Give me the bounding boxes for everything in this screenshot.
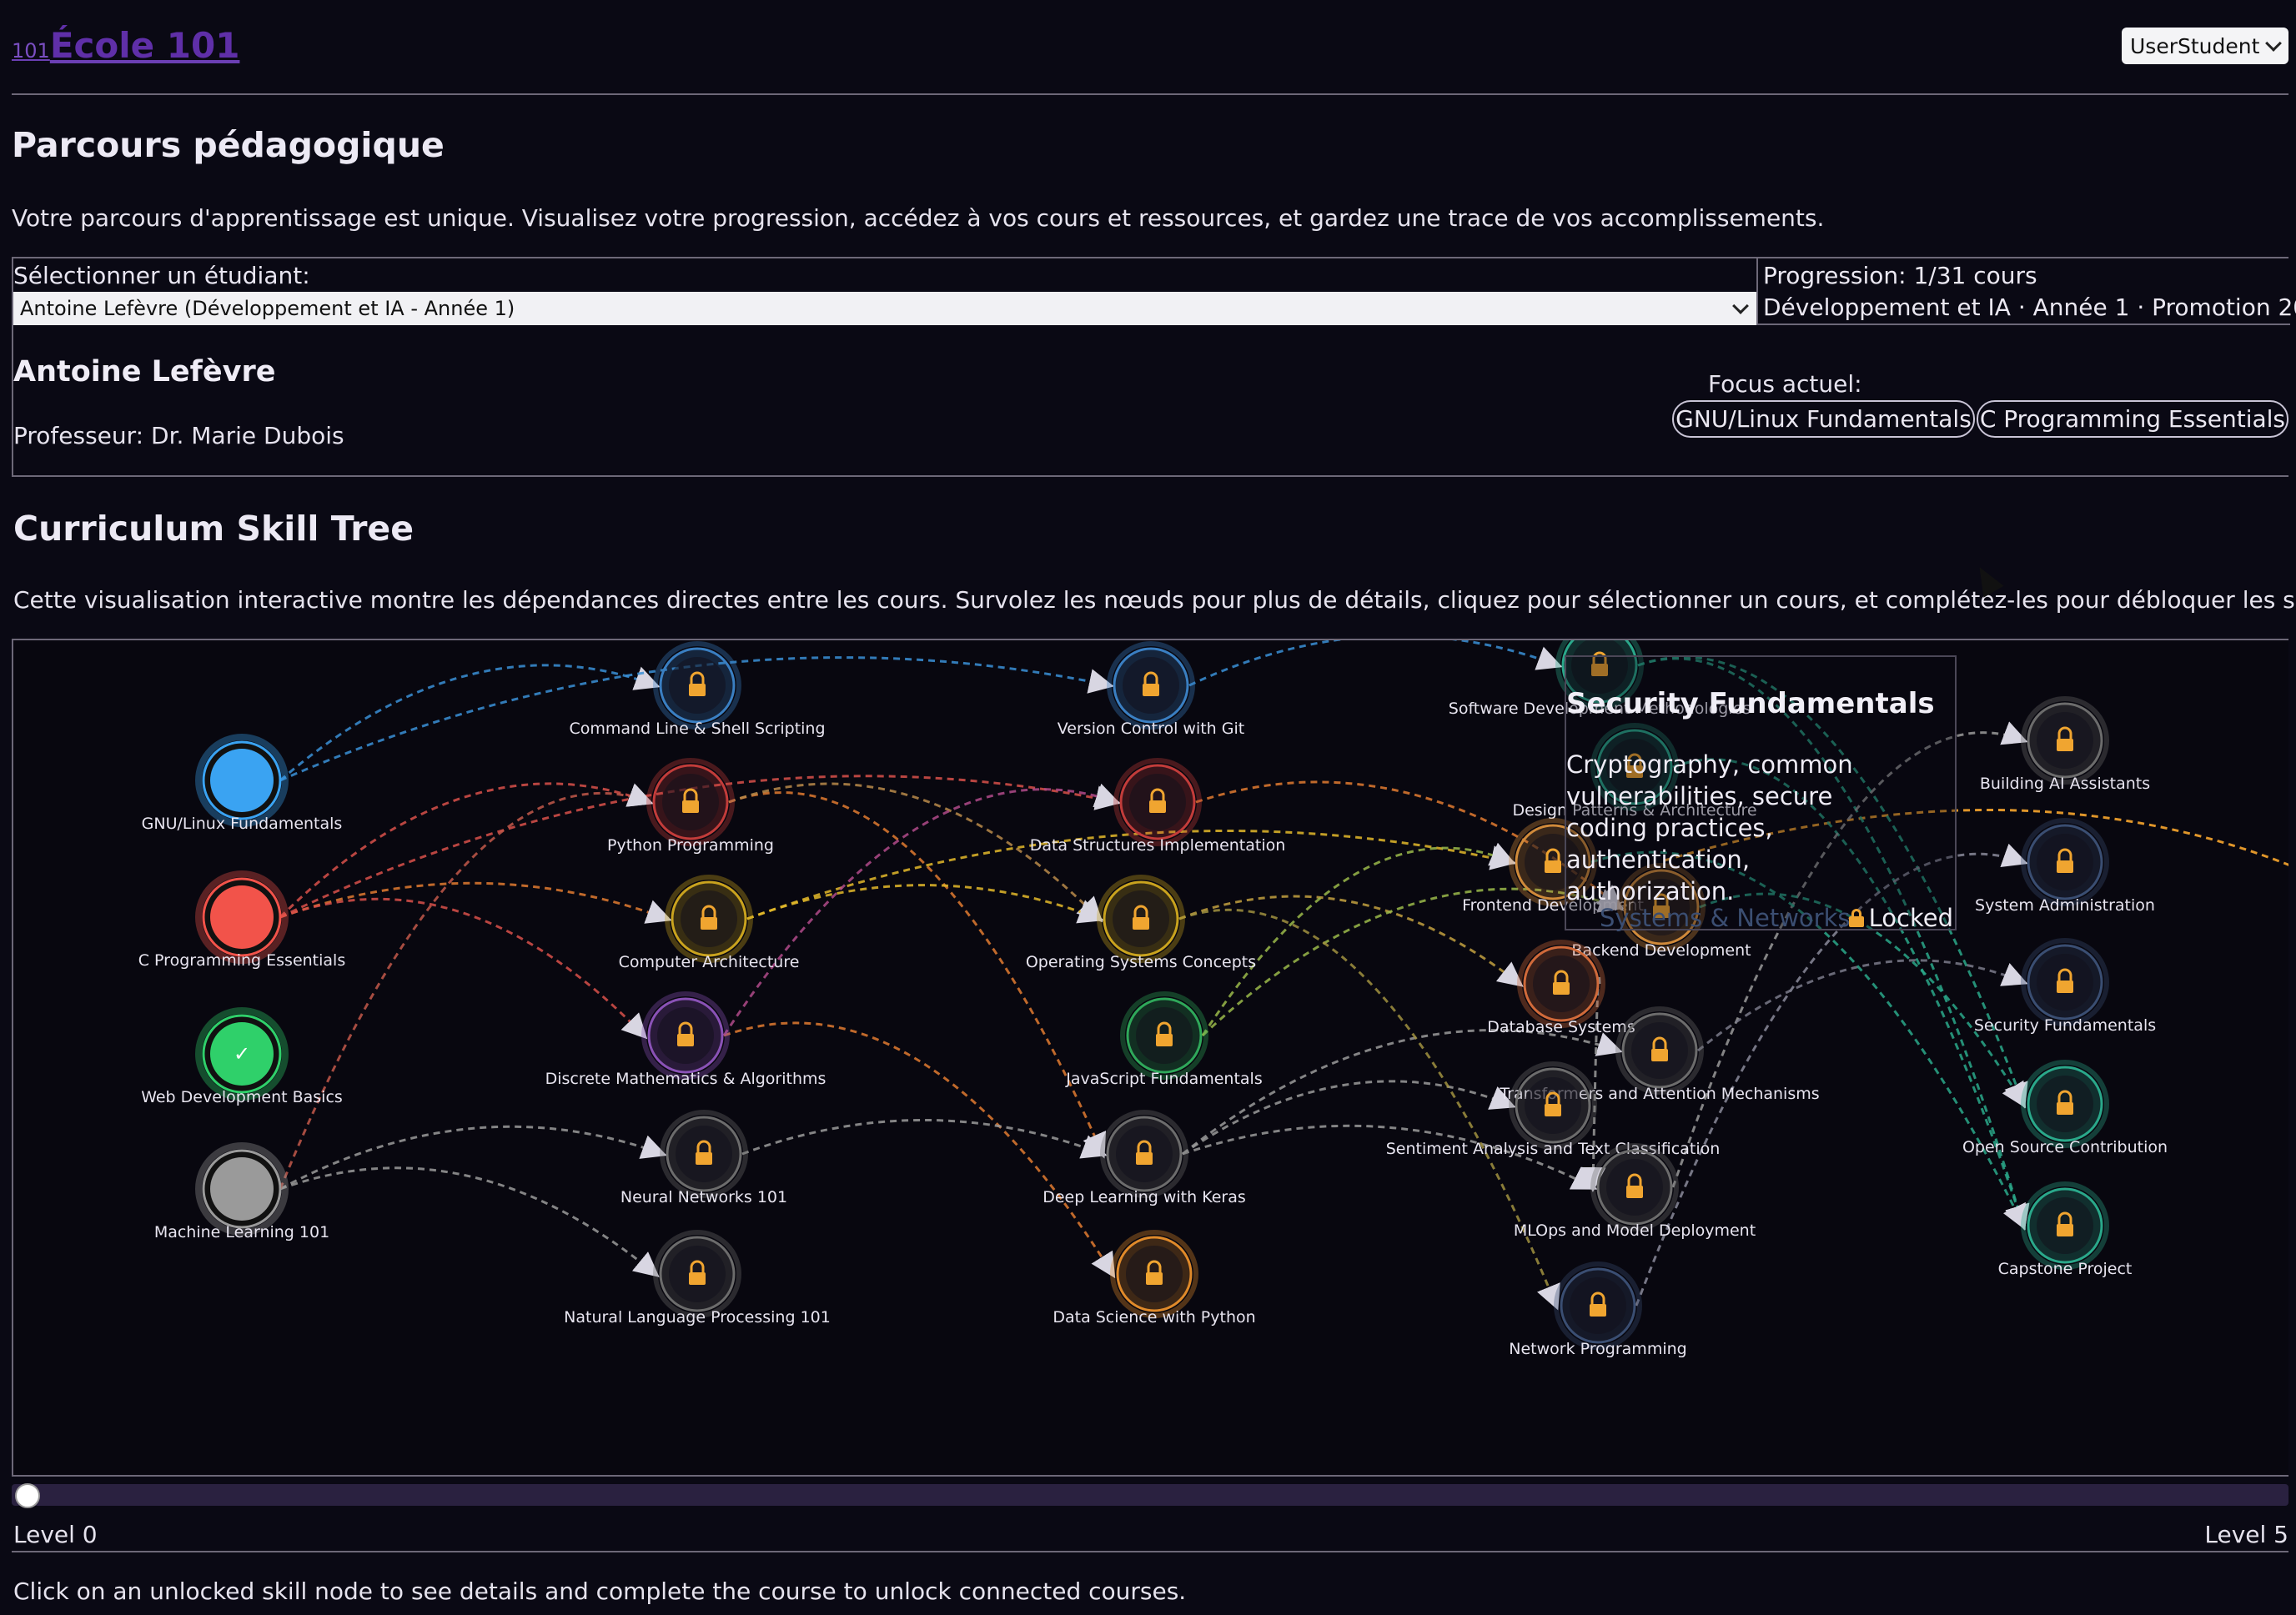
logo-text: École 101 [49,25,240,66]
tooltip-title: Security Fundamentals [1566,687,1935,720]
skill-node-label: Network Programming [1509,1340,1686,1358]
divider [12,1551,2288,1552]
skill-node-label: Open Source Contribution [1962,1138,2168,1156]
skill-node-label: Backend Development [1571,941,1751,960]
progress-box: Progression: 1/31 cours Développement et… [1756,258,2296,325]
skill-node-label: Python Programming [607,836,774,855]
focus-chip[interactable]: GNU/Linux Fundamentals [1672,400,1975,438]
skill-node-label: GNU/Linux Fundamentals [142,815,343,833]
student-name: Antoine Lefèvre [13,355,276,389]
skill-node-label: Deep Learning with Keras [1042,1188,1246,1206]
skill-node[interactable]: Machine Learning 101 [154,1142,329,1241]
skill-node[interactable]: Data Science with Python [1053,1230,1256,1327]
skill-tree-canvas[interactable]: GNU/Linux Fundamentals C Programming Esse… [12,639,2288,1477]
edge [746,884,1104,924]
skill-node-label: MLOps and Model Deployment [1514,1221,1756,1240]
skill-node-label: Database Systems [1487,1018,1635,1036]
skill-node-label: Neural Networks 101 [620,1188,787,1206]
skill-node-label: Data Science with Python [1053,1308,1255,1327]
skill-node[interactable]: Security Fundamentals [1974,938,2156,1035]
skill-tree-title: Curriculum Skill Tree [13,509,414,549]
tooltip-description: Cryptography, common vulnerabilities, se… [1566,750,1853,905]
skill-node[interactable]: Neural Networks 101 [620,1110,787,1206]
skill-node[interactable]: ✓ Web Development Basics [141,1007,343,1106]
skill-node[interactable]: Building AI Assistants [1980,696,2150,793]
skill-node-label: Computer Architecture [619,953,800,971]
skill-node[interactable]: Capstone Project [1998,1181,2133,1278]
progress-text: Progression: 1/31 cours [1763,262,2037,289]
skill-node[interactable]: GNU/Linux Fundamentals [142,734,343,833]
lock-icon [1848,909,1864,927]
skill-node-label: System Administration [1975,896,2155,915]
skill-node[interactable]: MLOps and Model Deployment [1514,1143,1756,1240]
skill-node-label: Command Line & Shell Scripting [569,720,825,738]
edge [279,1125,667,1191]
focus-label: Focus actuel: [1708,370,1862,398]
level-max-label: Level 5 [2204,1521,2288,1548]
chevron-down-icon [2265,35,2283,52]
student-panel: Sélectionner un étudiant: Antoine Lefèvr… [12,257,2296,477]
student-select-label: Sélectionner un étudiant: [13,262,310,289]
skill-node[interactable]: Computer Architecture [619,875,800,971]
skill-node[interactable]: Python Programming [607,758,774,855]
skill-node-label: Sentiment Analysis and Text Classificati… [1386,1140,1721,1158]
skill-node-label: Discrete Mathematics & Algorithms [545,1070,826,1088]
edge [1188,640,1563,687]
page-description: Votre parcours d'apprentissage est uniqu… [12,204,1825,232]
edge [723,1021,1116,1279]
tooltip-status: Locked [1848,904,1953,932]
check-icon: ✓ [234,1042,250,1066]
edge [741,1118,1108,1159]
chevron-down-icon [1732,298,1749,314]
student-select-value: Antoine Lefèvre (Développement et IA - A… [20,297,515,320]
skill-node[interactable]: Open Source Contribution [1962,1060,2168,1156]
skill-node-label: Operating Systems Concepts [1026,953,1256,971]
student-select[interactable]: Antoine Lefèvre (Développement et IA - A… [13,292,1756,325]
skill-node[interactable]: System Administration [1975,818,2155,915]
tooltip-status-text: Locked [1868,904,1953,932]
skill-node-label: Building AI Assistants [1980,775,2150,793]
skill-node[interactable]: Version Control with Git [1058,641,1244,738]
logo-mark: 101 [12,39,50,63]
level-min-label: Level 0 [13,1521,98,1548]
skill-node-label: Capstone Project [1998,1260,2133,1278]
skill-node[interactable]: C Programming Essentials [138,870,345,970]
focus-chip[interactable]: C Programming Essentials [1976,400,2288,438]
logo-link[interactable]: 101 École 101 [12,25,239,66]
level-slider-thumb[interactable] [15,1483,40,1508]
skill-node-label: Data Structures Implementation [1030,836,1286,855]
focus-chips: GNU/Linux Fundamentals C Programming Ess… [1672,400,2288,438]
skill-node[interactable]: Operating Systems Concepts [1026,875,1256,971]
edge [279,783,654,1190]
skill-node[interactable]: Network Programming [1509,1261,1687,1358]
skill-node[interactable]: Command Line & Shell Scripting [569,641,826,738]
page-title: Parcours pédagogique [12,125,445,165]
skill-node-label: Security Fundamentals [1974,1016,2156,1035]
skill-node-label: Web Development Basics [141,1088,343,1106]
node-tooltip: Security Fundamentals Cryptography, comm… [1565,655,1957,932]
edge [1201,842,1516,1036]
user-menu-button[interactable]: UserStudent [2122,28,2288,64]
tooltip-category: Systems & Networks [1600,904,1851,932]
skill-node[interactable]: Deep Learning with Keras [1042,1110,1246,1206]
skill-node[interactable]: Discrete Mathematics & Algorithms [545,991,826,1088]
user-menu-label: UserStudent [2130,33,2260,58]
skill-node-label: Machine Learning 101 [154,1223,329,1241]
skill-node[interactable]: Data Structures Implementation [1030,758,1286,855]
skill-node-label: Natural Language Processing 101 [564,1308,831,1327]
skill-node-label: Version Control with Git [1058,720,1244,738]
skill-node-label: JavaScript Fundamentals [1065,1070,1262,1088]
skill-node-label: C Programming Essentials [138,951,345,970]
footer-hint: Click on an unlocked skill node to see d… [13,1577,1187,1605]
app-header: 101 École 101 UserStudent [12,0,2288,95]
edge [279,1166,660,1277]
edge [1697,959,2028,1052]
level-slider-track[interactable] [12,1484,2288,1506]
skill-node[interactable]: Natural Language Processing 101 [564,1230,831,1327]
program-text: Développement et IA · Année 1 · Promotio… [1763,293,2296,321]
edge [722,783,1121,1036]
skill-tree-description: Cette visualisation interactive montre l… [13,586,2296,614]
teacher-name: Professeur: Dr. Marie Dubois [13,422,344,449]
